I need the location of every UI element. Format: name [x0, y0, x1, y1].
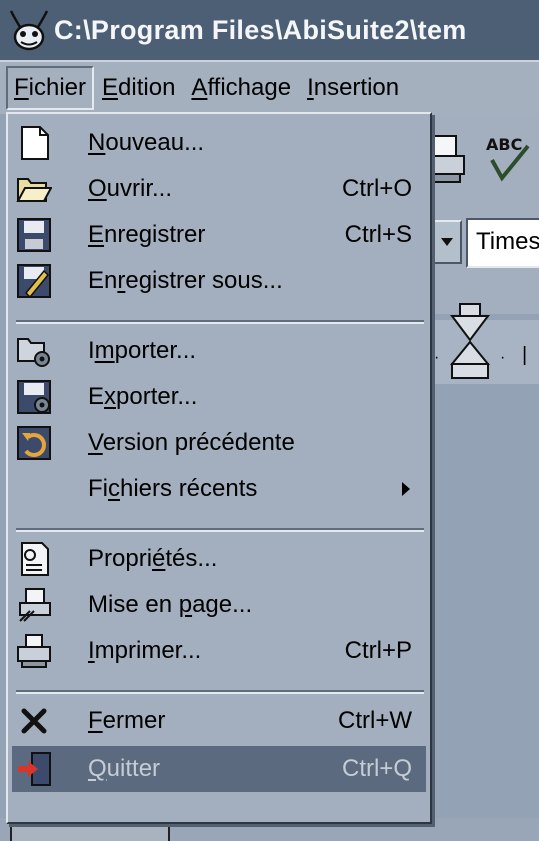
title-bar[interactable]: C:\Program Files\AbiSuite2\tem — [0, 0, 539, 60]
menu-item-quit[interactable]: Quitter Ctrl+Q — [12, 746, 426, 792]
font-dropdown-button[interactable] — [432, 220, 462, 264]
menu-item-print[interactable]: Imprimer... Ctrl+P — [12, 628, 426, 674]
save-as-icon — [17, 264, 51, 299]
menu-item-revert[interactable]: Version précédente — [12, 420, 426, 466]
page-setup-icon — [19, 588, 51, 622]
revert-icon — [17, 426, 51, 460]
print-icon — [17, 634, 51, 668]
shortcut-text: Ctrl+P — [344, 637, 412, 664]
shortcut-text: Ctrl+O — [341, 175, 412, 202]
spell-check-icon-text: ABC — [486, 135, 522, 154]
menu-item-page-setup[interactable]: Mise en page... — [12, 582, 426, 628]
menu-item-save-as[interactable]: Enregistrer sous... — [12, 258, 426, 304]
file-menu-dropdown: Nouveau... Ouvrir... Ctrl+O Enregistrer … — [6, 112, 432, 824]
menu-item-properties[interactable]: Propriétés... — [12, 536, 426, 582]
chevron-down-icon — [441, 238, 453, 246]
menu-item-save[interactable]: Enregistrer Ctrl+S — [12, 212, 426, 258]
menu-separator — [16, 690, 424, 694]
menu-fichier[interactable]: Fichier — [6, 66, 95, 110]
menu-item-new[interactable]: Nouveau... — [12, 120, 426, 166]
open-folder-icon — [16, 178, 52, 202]
new-document-icon — [21, 126, 49, 160]
font-name-field[interactable]: Times — [466, 218, 539, 268]
menu-item-close[interactable]: Fermer Ctrl+W — [12, 698, 426, 744]
menu-item-recent-files[interactable]: Fichiers récents — [12, 466, 426, 512]
menu-item-export[interactable]: Exporter... — [12, 374, 426, 420]
shortcut-text: Ctrl+Q — [341, 755, 412, 782]
abiword-ant-icon — [9, 10, 49, 51]
save-disk-icon — [17, 218, 51, 252]
menu-item-open[interactable]: Ouvrir... Ctrl+O — [12, 166, 426, 212]
menu-bar: Fichier Edition Affichage Insertion — [0, 60, 539, 114]
menu-item-import[interactable]: Importer... — [12, 328, 426, 374]
properties-icon — [21, 542, 49, 576]
import-icon — [17, 338, 50, 367]
menu-separator — [16, 528, 424, 532]
ruler-tick: · — [434, 349, 440, 366]
menu-edition[interactable]: Edition — [94, 66, 183, 110]
menu-insertion[interactable]: Insertion — [299, 66, 407, 110]
submenu-arrow-icon — [402, 482, 410, 496]
window-title: C:\Program Files\AbiSuite2\tem — [54, 14, 467, 45]
shortcut-text: Ctrl+W — [338, 707, 412, 734]
exit-door-icon — [18, 752, 51, 786]
ruler-tick: | — [522, 344, 528, 366]
bottom-tab[interactable] — [10, 822, 170, 841]
ruler-indent-marker-icon[interactable] — [448, 302, 492, 384]
ruler-tick: · — [500, 349, 506, 366]
export-icon — [17, 380, 51, 414]
menu-affichage[interactable]: Affichage — [183, 66, 299, 110]
menu-separator — [16, 320, 424, 324]
close-x-icon — [21, 708, 47, 734]
shortcut-text: Ctrl+S — [344, 221, 412, 248]
spell-check-icon[interactable]: ABC — [468, 124, 539, 188]
document-area[interactable] — [420, 384, 539, 841]
